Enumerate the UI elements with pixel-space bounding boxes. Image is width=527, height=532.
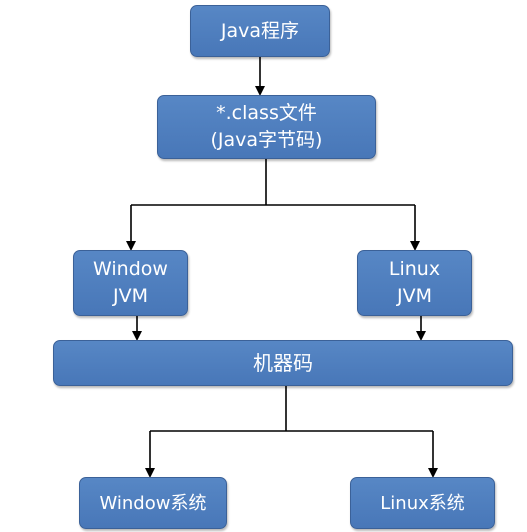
node-window-system-label: Window系统 bbox=[99, 492, 207, 514]
node-linux-jvm-line1: Linux bbox=[388, 258, 441, 280]
node-linux-jvm: Linux JVM bbox=[357, 250, 472, 316]
node-window-system: Window系统 bbox=[79, 477, 227, 529]
jvm-flow-diagram: Java程序 *.class文件 (Java字节码) Window JVM Li… bbox=[0, 0, 527, 532]
node-java-program-label: Java程序 bbox=[220, 19, 300, 42]
node-linux-system: Linux系统 bbox=[350, 477, 495, 529]
node-linux-jvm-line2: JVM bbox=[397, 285, 432, 307]
node-class-file: *.class文件 (Java字节码) bbox=[157, 95, 376, 159]
node-class-file-line1: *.class文件 bbox=[216, 102, 317, 124]
node-machine-code-label: 机器码 bbox=[253, 350, 313, 375]
node-machine-code: 机器码 bbox=[53, 340, 513, 386]
node-java-program: Java程序 bbox=[190, 5, 330, 57]
node-linux-system-label: Linux系统 bbox=[380, 492, 465, 514]
node-class-file-line2: (Java字节码) bbox=[210, 129, 323, 151]
node-window-jvm: Window JVM bbox=[73, 250, 188, 316]
node-window-jvm-line1: Window bbox=[93, 258, 168, 280]
node-window-jvm-line2: JVM bbox=[113, 285, 148, 307]
